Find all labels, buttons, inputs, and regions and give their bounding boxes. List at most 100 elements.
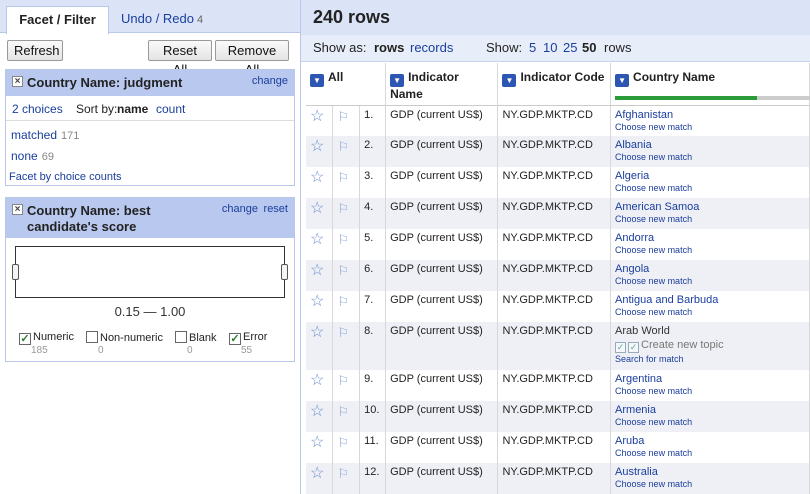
check-icon[interactable]: ✓ xyxy=(615,342,627,353)
indicator-name-cell[interactable]: GDP (current US$) xyxy=(385,167,499,198)
refresh-button[interactable]: Refresh xyxy=(7,40,63,61)
indicator-name-cell[interactable]: GDP (current US$) xyxy=(385,322,499,370)
country-name-cell[interactable]: Albania Choose new match xyxy=(610,136,810,167)
indicator-name-cell[interactable]: GDP (current US$) xyxy=(385,463,499,494)
indicator-code-cell[interactable]: NY.GDP.MKTP.CD xyxy=(497,167,612,198)
choose-new-match-link[interactable]: Choose new match xyxy=(615,183,805,193)
checkbox-numeric[interactable]: ✓ Numeric 185 xyxy=(19,331,74,356)
check-all-icon[interactable]: ✓ xyxy=(628,342,640,353)
flag-icon[interactable]: ⚐ xyxy=(337,232,349,247)
indicator-name-cell[interactable]: GDP (current US$) xyxy=(385,432,499,463)
checkbox-error[interactable]: ✓ Error 55 xyxy=(229,331,267,356)
country-match-link[interactable]: Angola xyxy=(615,263,805,275)
choose-new-match-link[interactable]: Choose new match xyxy=(615,307,805,317)
country-name-cell[interactable]: Algeria Choose new match xyxy=(610,167,810,198)
indicator-name-cell[interactable]: GDP (current US$) xyxy=(385,136,499,167)
indicator-code-cell[interactable]: NY.GDP.MKTP.CD xyxy=(497,432,612,463)
flag-icon[interactable]: ⚐ xyxy=(337,325,349,340)
page-size-10[interactable]: 10 xyxy=(543,40,557,55)
tab-facet-filter[interactable]: Facet / Filter xyxy=(6,6,109,34)
star-icon[interactable]: ☆ xyxy=(310,324,324,341)
close-icon[interactable]: × xyxy=(12,76,23,87)
flag-icon[interactable]: ⚐ xyxy=(337,109,349,124)
indicator-name-cell[interactable]: GDP (current US$) xyxy=(385,401,499,432)
indicator-code-cell[interactable]: NY.GDP.MKTP.CD xyxy=(497,198,612,229)
country-match-link[interactable]: Algeria xyxy=(615,170,805,182)
column-header-indicator-name[interactable]: ▼ Indicator Name xyxy=(385,63,499,106)
choose-new-match-link[interactable]: Choose new match xyxy=(615,417,805,427)
country-match-link[interactable]: Australia xyxy=(615,466,805,478)
flag-icon[interactable]: ⚐ xyxy=(337,139,349,154)
star-icon[interactable]: ☆ xyxy=(310,403,324,420)
sort-by-count[interactable]: count xyxy=(156,102,185,116)
country-match-link[interactable]: American Samoa xyxy=(615,201,805,213)
country-name-cell[interactable]: Australia Choose new match xyxy=(610,463,810,494)
indicator-name-cell[interactable]: GDP (current US$) xyxy=(385,198,499,229)
star-icon[interactable]: ☆ xyxy=(310,262,324,279)
facet-change-link[interactable]: change xyxy=(252,75,288,87)
choices-count[interactable]: 2 choices xyxy=(12,102,63,116)
chevron-down-icon[interactable]: ▼ xyxy=(615,74,630,87)
indicator-name-cell[interactable]: GDP (current US$) xyxy=(385,260,499,291)
country-name-cell[interactable]: Argentina Choose new match xyxy=(610,370,810,401)
indicator-code-cell[interactable]: NY.GDP.MKTP.CD xyxy=(497,463,612,494)
country-match-link[interactable]: Andorra xyxy=(615,232,805,244)
country-match-link[interactable]: Antigua and Barbuda xyxy=(615,294,805,306)
star-icon[interactable]: ☆ xyxy=(310,293,324,310)
country-match-link[interactable]: Argentina xyxy=(615,373,805,385)
star-icon[interactable]: ☆ xyxy=(310,434,324,451)
indicator-code-cell[interactable]: NY.GDP.MKTP.CD xyxy=(497,401,612,432)
flag-icon[interactable]: ⚐ xyxy=(337,294,349,309)
star-icon[interactable]: ☆ xyxy=(310,372,324,389)
flag-icon[interactable]: ⚐ xyxy=(337,466,349,481)
checkbox-blank[interactable]: Blank 0 xyxy=(175,331,217,356)
facet-change-link[interactable]: change xyxy=(222,203,258,215)
reset-all-button[interactable]: Reset All xyxy=(148,40,212,77)
country-name-cell[interactable]: Aruba Choose new match xyxy=(610,432,810,463)
country-name-cell[interactable]: American Samoa Choose new match xyxy=(610,198,810,229)
facet-choice-none[interactable]: none 69 xyxy=(11,149,54,163)
facet-choice-matched[interactable]: matched 171 xyxy=(11,128,79,142)
choose-new-match-link[interactable]: Choose new match xyxy=(615,386,805,396)
indicator-code-cell[interactable]: NY.GDP.MKTP.CD xyxy=(497,105,612,136)
country-name-cell[interactable]: Arab World ✓ ✓ Create new topic Search for m… xyxy=(610,322,810,370)
indicator-name-cell[interactable]: GDP (current US$) xyxy=(385,105,499,136)
country-match-link[interactable]: Afghanistan xyxy=(615,109,805,121)
indicator-code-cell[interactable]: NY.GDP.MKTP.CD xyxy=(497,291,612,322)
indicator-code-cell[interactable]: NY.GDP.MKTP.CD xyxy=(497,136,612,167)
sort-by-name[interactable]: name xyxy=(117,102,148,116)
page-size-50[interactable]: 50 xyxy=(582,40,596,55)
flag-icon[interactable]: ⚐ xyxy=(337,263,349,278)
mode-rows[interactable]: rows xyxy=(374,40,404,55)
chevron-down-icon[interactable]: ▼ xyxy=(390,74,405,87)
column-header-indicator-code[interactable]: ▼ Indicator Code xyxy=(497,63,612,106)
indicator-code-cell[interactable]: NY.GDP.MKTP.CD xyxy=(497,370,612,401)
page-size-25[interactable]: 25 xyxy=(563,40,577,55)
chevron-down-icon[interactable]: ▼ xyxy=(310,74,324,87)
star-icon[interactable]: ☆ xyxy=(310,231,324,248)
star-icon[interactable]: ☆ xyxy=(310,108,324,125)
column-header-country-name[interactable]: ▼ Country Name xyxy=(610,63,810,106)
flag-icon[interactable]: ⚐ xyxy=(337,435,349,450)
column-header-all[interactable]: ▼ All xyxy=(306,63,387,106)
flag-icon[interactable]: ⚐ xyxy=(337,404,349,419)
indicator-name-cell[interactable]: GDP (current US$) xyxy=(385,229,499,260)
star-icon[interactable]: ☆ xyxy=(310,465,324,482)
choose-new-match-link[interactable]: Choose new match xyxy=(615,214,805,224)
indicator-code-cell[interactable]: NY.GDP.MKTP.CD xyxy=(497,322,612,370)
flag-icon[interactable]: ⚐ xyxy=(337,170,349,185)
facet-by-counts-link[interactable]: Facet by choice counts xyxy=(9,171,122,183)
search-for-match-link[interactable]: Search for match xyxy=(615,354,805,364)
chevron-down-icon[interactable]: ▼ xyxy=(502,74,517,87)
range-handle-right[interactable] xyxy=(281,264,288,280)
flag-icon[interactable]: ⚐ xyxy=(337,201,349,216)
choose-new-match-link[interactable]: Choose new match xyxy=(615,245,805,255)
choose-new-match-link[interactable]: Choose new match xyxy=(615,448,805,458)
mode-records[interactable]: records xyxy=(410,40,453,55)
remove-all-button[interactable]: Remove All xyxy=(215,40,289,77)
country-match-link[interactable]: Albania xyxy=(615,139,805,151)
facet-reset-link[interactable]: reset xyxy=(264,203,288,215)
country-name-cell[interactable]: Angola Choose new match xyxy=(610,260,810,291)
flag-icon[interactable]: ⚐ xyxy=(337,373,349,388)
star-icon[interactable]: ☆ xyxy=(310,138,324,155)
